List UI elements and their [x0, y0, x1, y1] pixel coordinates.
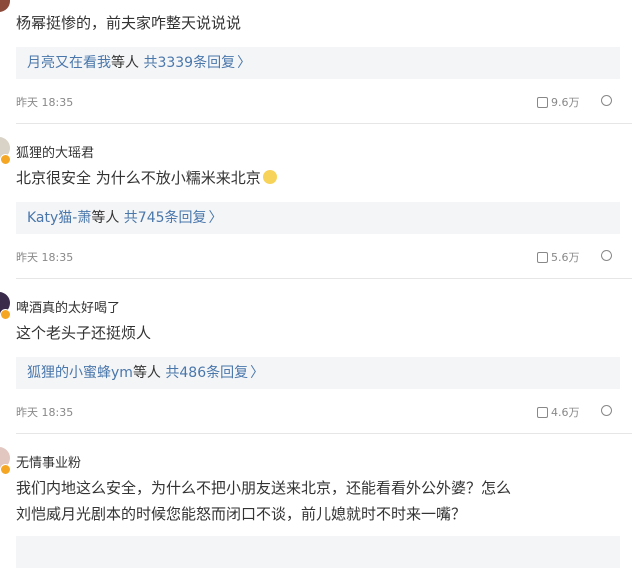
reply-summary[interactable]: 月亮又在看我等人 共3339条回复〉 [16, 47, 620, 79]
divider [16, 123, 632, 124]
like-button[interactable]: 4.6万 [537, 404, 580, 420]
like-count: 9.6万 [551, 96, 580, 109]
verified-badge-icon [0, 154, 11, 165]
like-button[interactable]: 9.6万 [537, 94, 580, 110]
comment-time: 昨天 18:35 [16, 96, 74, 109]
comment-username[interactable]: 无情事业粉 [16, 452, 81, 471]
verified-badge-icon [0, 464, 11, 475]
like-count: 5.6万 [551, 251, 580, 264]
reply-users-link[interactable]: 月亮又在看我 [27, 55, 111, 71]
more-options-icon[interactable] [601, 250, 612, 261]
reply-summary[interactable]: Katy猫-萧等人 共745条回复〉 [16, 202, 620, 234]
like-count: 4.6万 [551, 406, 580, 419]
more-options-icon[interactable] [601, 405, 612, 416]
reply-summary[interactable] [16, 536, 620, 568]
comment-content-line-2: 刘恺威月光剧本的时候您能怒而闭口不谈，前儿媳就时不时来一嘴？ [16, 505, 467, 523]
verified-badge-icon [0, 309, 11, 320]
like-button[interactable]: 5.6万 [537, 249, 580, 265]
divider [16, 433, 632, 434]
reply-deng-text: 等人 [91, 210, 120, 226]
comment-time: 昨天 18:35 [16, 251, 74, 264]
thumbs-up-icon [537, 251, 548, 263]
comment-username[interactable]: 啤酒真的太好喝了 [16, 297, 120, 316]
comment-content-line-1: 我们内地这么安全，为什么不把小朋友送来北京，还能看看外公外婆？怎么 [16, 479, 512, 497]
thumbs-up-icon [537, 406, 548, 418]
reply-count-link[interactable]: 共3339条回复 [143, 55, 235, 71]
reply-count-link[interactable]: 共486条回复 [165, 365, 248, 381]
avatar[interactable] [0, 0, 10, 12]
thumbs-up-icon [537, 96, 548, 108]
comment-time: 昨天 18:35 [16, 406, 74, 419]
emoji-icon [262, 170, 277, 184]
reply-summary[interactable]: 狐狸的小蜜蜂ym等人 共486条回复〉 [16, 357, 620, 389]
comment-username[interactable]: 狐狸的大瑶君 [16, 142, 94, 161]
comment-content: 北京很安全 为什么不放小糯米来北京 [16, 165, 277, 191]
more-options-icon[interactable] [601, 95, 612, 106]
divider [16, 278, 632, 279]
comment-content: 杨幂挺惨的，前夫家咋整天说说说 [16, 14, 242, 32]
reply-users-link[interactable]: Katy猫-萧 [27, 210, 91, 226]
reply-count-link[interactable]: 共745条回复 [124, 210, 207, 226]
chevron-right-icon: 〉 [237, 55, 252, 71]
chevron-right-icon: 〉 [208, 210, 223, 226]
comment-text: 北京很安全 为什么不放小糯米来北京 [16, 169, 261, 187]
reply-deng-text: 等人 [132, 365, 161, 381]
reply-deng-text: 等人 [111, 55, 139, 71]
reply-users-link[interactable]: 狐狸的小蜜蜂ym [27, 365, 133, 381]
chevron-right-icon: 〉 [250, 365, 265, 381]
comment-content: 这个老头子还挺烦人 [16, 324, 152, 342]
